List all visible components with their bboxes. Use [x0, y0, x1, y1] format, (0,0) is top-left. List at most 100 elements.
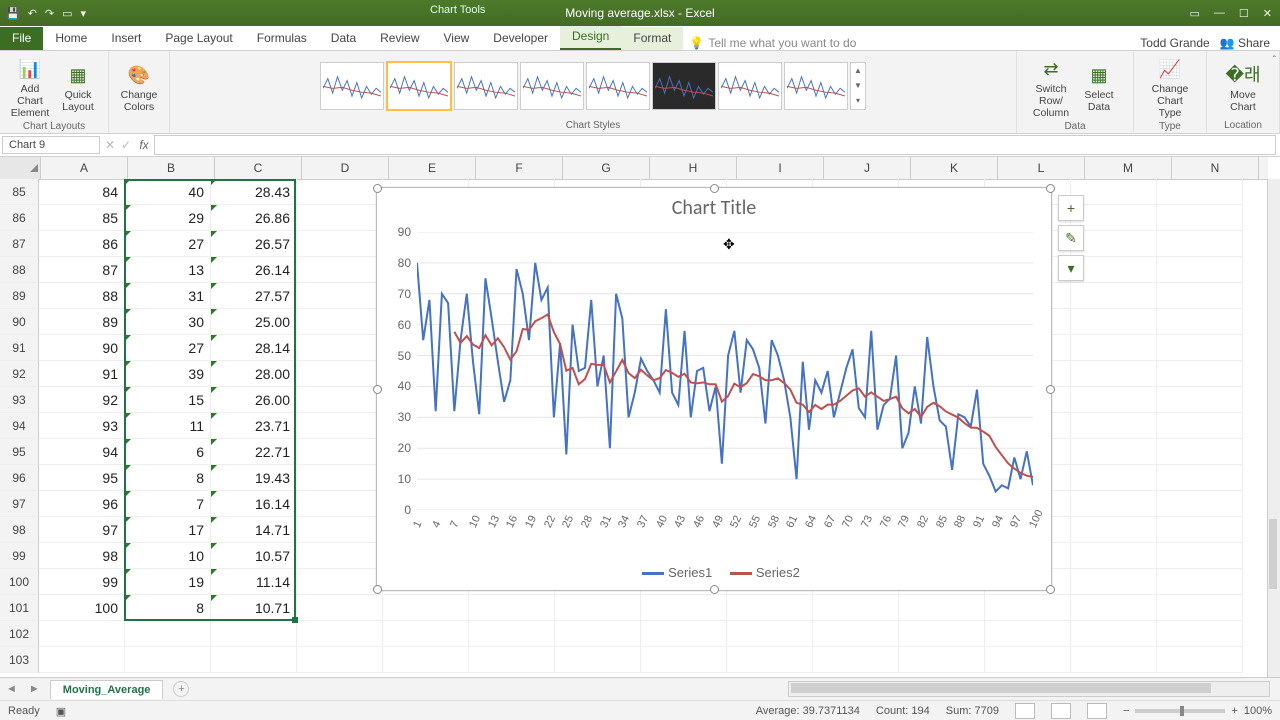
column-header[interactable]: L: [998, 157, 1085, 179]
styles-gallery-more[interactable]: ▲▼▾: [850, 62, 866, 110]
tab-review[interactable]: Review: [368, 27, 431, 50]
cell[interactable]: [1157, 257, 1243, 283]
cell[interactable]: [899, 621, 985, 647]
cell[interactable]: 7: [125, 491, 211, 517]
column-header[interactable]: M: [1085, 157, 1172, 179]
column-header[interactable]: F: [476, 157, 563, 179]
cell[interactable]: 92: [39, 387, 125, 413]
row-header[interactable]: 86: [0, 205, 39, 231]
zoom-level[interactable]: 100%: [1244, 705, 1272, 717]
row-header[interactable]: 101: [0, 595, 39, 621]
row-header[interactable]: 93: [0, 387, 39, 413]
cell[interactable]: [1157, 595, 1243, 621]
share-button[interactable]: 👥 Share: [1220, 36, 1270, 50]
column-header[interactable]: C: [215, 157, 302, 179]
row-header[interactable]: 98: [0, 517, 39, 543]
fx-icon[interactable]: fx: [134, 138, 154, 152]
cell[interactable]: [297, 283, 383, 309]
cell[interactable]: 28.43: [211, 179, 297, 205]
tab-developer[interactable]: Developer: [481, 27, 560, 50]
cell[interactable]: [39, 621, 125, 647]
tab-page-layout[interactable]: Page Layout: [153, 27, 244, 50]
row-header[interactable]: 96: [0, 465, 39, 491]
ribbon-display-icon[interactable]: ▭: [1190, 7, 1200, 20]
quick-layout-button[interactable]: ▦Quick Layout: [55, 59, 101, 113]
cell[interactable]: [297, 543, 383, 569]
cell[interactable]: 23.71: [211, 413, 297, 439]
cancel-formula-icon[interactable]: ✕: [102, 138, 118, 152]
column-header[interactable]: E: [389, 157, 476, 179]
horizontal-scrollbar[interactable]: [788, 681, 1270, 697]
account-name[interactable]: Todd Grande: [1140, 36, 1209, 50]
chart-style-thumb[interactable]: [320, 62, 384, 110]
cell[interactable]: 39: [125, 361, 211, 387]
new-icon[interactable]: ▭: [62, 7, 72, 20]
cell[interactable]: [469, 647, 555, 673]
cell[interactable]: [297, 647, 383, 673]
x-axis[interactable]: 1471013161922252831343740434649525558616…: [417, 512, 1033, 552]
cell[interactable]: [1157, 413, 1243, 439]
cell[interactable]: [1157, 439, 1243, 465]
cell[interactable]: [1157, 543, 1243, 569]
cell[interactable]: 99: [39, 569, 125, 595]
cell[interactable]: 85: [39, 205, 125, 231]
chart-style-thumb[interactable]: [520, 62, 584, 110]
cell[interactable]: [641, 621, 727, 647]
chart-style-thumb[interactable]: [586, 62, 650, 110]
cell[interactable]: [1157, 231, 1243, 257]
cell[interactable]: [125, 647, 211, 673]
cell[interactable]: 30: [125, 309, 211, 335]
new-sheet-button[interactable]: +: [173, 681, 189, 697]
cell[interactable]: 86: [39, 231, 125, 257]
formula-input[interactable]: [154, 135, 1276, 155]
save-icon[interactable]: 💾: [6, 7, 20, 20]
cell[interactable]: [1071, 335, 1157, 361]
tab-home[interactable]: Home: [43, 27, 99, 50]
row-header[interactable]: 99: [0, 543, 39, 569]
cell[interactable]: [1071, 595, 1157, 621]
column-header[interactable]: D: [302, 157, 389, 179]
cell[interactable]: [1157, 205, 1243, 231]
normal-view-button[interactable]: [1015, 703, 1035, 719]
cell[interactable]: [1157, 335, 1243, 361]
chart-style-thumb[interactable]: [784, 62, 848, 110]
chart-elements-button[interactable]: +: [1058, 195, 1084, 221]
cell[interactable]: 27: [125, 231, 211, 257]
cell[interactable]: 93: [39, 413, 125, 439]
tab-file[interactable]: File: [0, 27, 43, 50]
cell[interactable]: 6: [125, 439, 211, 465]
tab-formulas[interactable]: Formulas: [245, 27, 319, 50]
cell[interactable]: 26.57: [211, 231, 297, 257]
cell[interactable]: [1071, 361, 1157, 387]
chart-styles-gallery[interactable]: ▲▼▾: [320, 53, 866, 118]
cell[interactable]: 27: [125, 335, 211, 361]
row-header[interactable]: 95: [0, 439, 39, 465]
cell[interactable]: [899, 595, 985, 621]
zoom-in-icon[interactable]: +: [1231, 705, 1237, 717]
cell[interactable]: [985, 621, 1071, 647]
cell[interactable]: [297, 179, 383, 205]
chart-styles-button[interactable]: ✎: [1058, 225, 1084, 251]
cell[interactable]: [1071, 413, 1157, 439]
zoom-slider[interactable]: [1135, 709, 1225, 713]
qat-more-icon[interactable]: ▾: [81, 7, 87, 20]
chart-filters-button[interactable]: ▾: [1058, 255, 1084, 281]
cell[interactable]: [383, 647, 469, 673]
cell[interactable]: 10: [125, 543, 211, 569]
cell[interactable]: [1071, 517, 1157, 543]
cell[interactable]: 96: [39, 491, 125, 517]
cell[interactable]: [555, 621, 641, 647]
close-icon[interactable]: ✕: [1263, 7, 1272, 20]
cell[interactable]: [1157, 491, 1243, 517]
cell[interactable]: [297, 595, 383, 621]
cell[interactable]: [297, 517, 383, 543]
cell[interactable]: [1157, 361, 1243, 387]
collapse-ribbon-icon[interactable]: ˆ: [1273, 55, 1276, 66]
tell-me-search[interactable]: 💡 Tell me what you want to do: [689, 36, 856, 50]
cell[interactable]: [1071, 465, 1157, 491]
cell[interactable]: [297, 387, 383, 413]
cell[interactable]: [1071, 621, 1157, 647]
cell[interactable]: [727, 595, 813, 621]
cell[interactable]: [1071, 283, 1157, 309]
cell[interactable]: [297, 465, 383, 491]
